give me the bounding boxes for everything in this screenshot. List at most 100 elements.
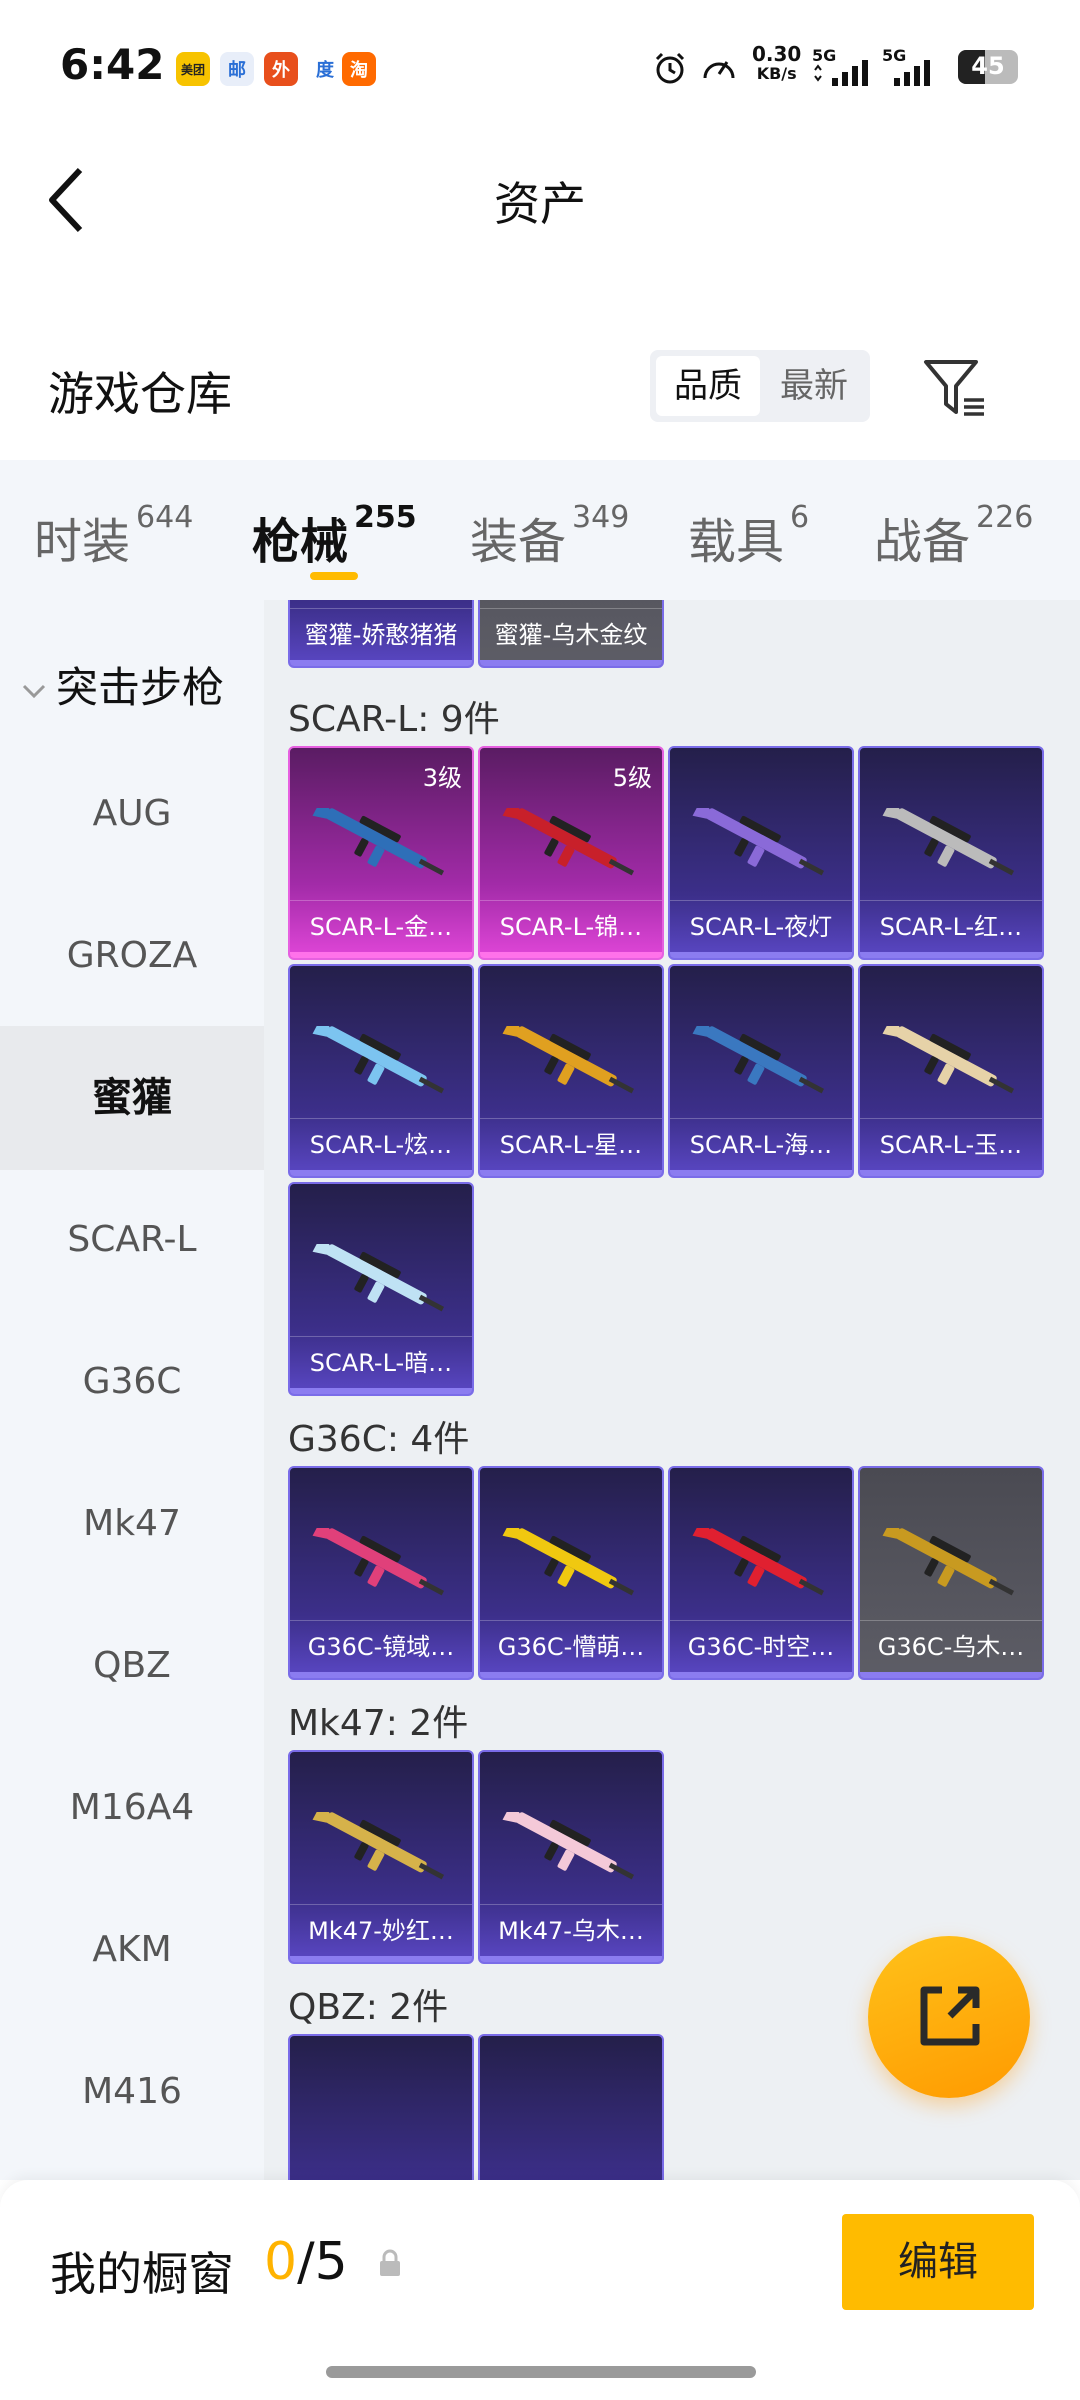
item-name: SCAR-L-海… — [670, 1118, 852, 1170]
edit-button[interactable]: 编辑 — [842, 2214, 1034, 2310]
status-time: 6:42 — [60, 40, 165, 89]
sort-option-newest[interactable]: 最新 — [762, 356, 866, 416]
sort-toggle: 品质 最新 — [650, 350, 870, 422]
item-name: G36C-时空… — [670, 1620, 852, 1672]
item-card[interactable]: SCAR-L-星… — [478, 964, 664, 1178]
card-bottom-line — [860, 1672, 1042, 1678]
group-title: Mk47: 2件 — [288, 1703, 469, 1744]
item-card[interactable]: G36C-时空… — [668, 1466, 854, 1680]
sort-option-quality[interactable]: 品质 — [656, 356, 760, 416]
card-bottom-line — [480, 1170, 662, 1176]
sidebar-item-qbz[interactable]: QBZ — [0, 1594, 264, 1738]
card-bottom-line — [480, 1956, 662, 1962]
card-bottom-line — [480, 1672, 662, 1678]
card-bottom-line — [670, 1672, 852, 1678]
card-bottom-line — [480, 952, 662, 958]
item-card[interactable]: 3级 SCAR-L-金… — [288, 746, 474, 960]
tab-fashion[interactable]: 时装 644 — [34, 500, 193, 572]
item-card[interactable]: Mk47-妙红… — [288, 1750, 474, 1964]
sidebar-item-aug[interactable]: AUG — [0, 742, 264, 886]
sidebar-item-m16a4[interactable]: M16A4 — [0, 1736, 264, 1880]
item-card[interactable]: SCAR-L-暗… — [288, 1182, 474, 1396]
rifle-icon — [502, 808, 635, 876]
sidebar-category[interactable]: 突击步枪 — [20, 654, 224, 715]
item-card[interactable]: SCAR-L-海… — [668, 964, 854, 1178]
filter-icon[interactable] — [920, 352, 990, 422]
card-bottom-line — [290, 1956, 472, 1962]
item-name: Mk47-乌木… — [480, 1904, 662, 1956]
item-card[interactable]: G36C-懵萌… — [478, 1466, 664, 1680]
rifle-icon — [692, 1528, 825, 1596]
sidebar-item-honey-badger[interactable]: 蜜獾 — [0, 1026, 264, 1170]
rifle-icon — [882, 808, 1015, 876]
share-button[interactable] — [868, 1936, 1030, 2098]
tab-indicator — [310, 572, 358, 580]
page-title: 资产 — [494, 177, 586, 231]
item-card[interactable] — [478, 2034, 664, 2180]
sidebar-item-g36c[interactable]: G36C — [0, 1310, 264, 1454]
alarm-icon — [655, 52, 685, 84]
card-bottom-line — [290, 1672, 472, 1678]
item-name: 蜜獾-乌木金纹 — [480, 608, 662, 660]
status-bar: 6:42 美团 邮 外 度 淘 0.30 KB/s 5G 5G 45 — [0, 0, 1080, 120]
item-card[interactable]: SCAR-L-夜灯 — [668, 746, 854, 960]
card-bottom-line — [860, 952, 1042, 958]
sidebar: AUG GROZA 蜜獾 SCAR-L G36C Mk47 QBZ M16A4 … — [0, 600, 264, 2180]
card-bottom-line — [860, 1170, 1042, 1176]
group-title: SCAR-L: 9件 — [288, 699, 500, 740]
showcase-count: 0/5 — [264, 2232, 348, 2292]
item-name: SCAR-L-夜灯 — [670, 900, 852, 952]
rifle-icon — [312, 1026, 445, 1094]
item-card[interactable]: SCAR-L-炫… — [288, 964, 474, 1178]
card-bottom-line — [290, 952, 472, 958]
item-card[interactable]: G36C-镜域… — [288, 1466, 474, 1680]
home-indicator[interactable] — [326, 2366, 756, 2378]
card-bottom-line — [670, 952, 852, 958]
category-tabs: 时装 644 枪械 255 装备 349 载具 6 战备 226 — [0, 460, 1080, 600]
item-card[interactable]: Mk47-乌木… — [478, 1750, 664, 1964]
battery-icon: 45 — [958, 50, 1018, 84]
item-card[interactable]: 蜜獾-娇憨猪猪 — [288, 600, 474, 668]
item-name: G36C-懵萌… — [480, 1620, 662, 1672]
item-name: 蜜獾-娇憨猪猪 — [290, 608, 472, 660]
sidebar-item-m416[interactable]: M416 — [0, 2020, 264, 2164]
rifle-icon — [502, 1812, 635, 1880]
sidebar-item-mk47[interactable]: Mk47 — [0, 1452, 264, 1596]
item-card[interactable]: 蜜獾-乌木金纹 — [478, 600, 664, 668]
tab-supplies[interactable]: 战备 226 — [874, 500, 1033, 572]
level-badge: 5级 — [612, 764, 652, 792]
rifle-icon — [882, 1528, 1015, 1596]
card-bottom-line — [290, 1170, 472, 1176]
level-badge: 3级 — [422, 764, 462, 792]
rifle-icon — [312, 1812, 445, 1880]
card-bottom-line — [290, 660, 472, 666]
takeout-app-icon: 外 — [264, 52, 298, 86]
item-name: Mk47-妙红… — [290, 1904, 472, 1956]
item-name: SCAR-L-炫… — [290, 1118, 472, 1170]
rifle-icon — [312, 1528, 445, 1596]
item-card[interactable]: G36C-乌木… — [858, 1466, 1044, 1680]
tab-vehicles[interactable]: 载具 6 — [688, 500, 809, 572]
meituan-app-icon: 美团 — [176, 52, 210, 86]
card-bottom-line — [670, 1170, 852, 1176]
item-card[interactable] — [288, 2034, 474, 2180]
signal-icon — [814, 60, 868, 86]
chevron-down-icon — [22, 684, 46, 698]
tab-firearms[interactable]: 枪械 255 — [252, 500, 417, 572]
sidebar-item-groza[interactable]: GROZA — [0, 884, 264, 1028]
tab-equipment[interactable]: 装备 349 — [470, 500, 629, 572]
item-card[interactable]: 5级 SCAR-L-锦… — [478, 746, 664, 960]
item-card[interactable]: SCAR-L-红… — [858, 746, 1044, 960]
rifle-icon — [692, 808, 825, 876]
item-card[interactable]: SCAR-L-玉… — [858, 964, 1044, 1178]
rifle-icon — [312, 808, 445, 876]
sidebar-item-scar-l[interactable]: SCAR-L — [0, 1168, 264, 1312]
sidebar-category-label: 突击步枪 — [56, 663, 225, 712]
warehouse-title: 游戏仓库 — [48, 367, 232, 421]
rifle-icon — [502, 1026, 635, 1094]
lock-icon — [380, 2249, 400, 2276]
rifle-icon — [692, 1026, 825, 1094]
sidebar-item-akm[interactable]: AKM — [0, 1878, 264, 2022]
taobao-app-icon: 淘 — [342, 52, 376, 86]
item-name: SCAR-L-金… — [290, 900, 472, 952]
